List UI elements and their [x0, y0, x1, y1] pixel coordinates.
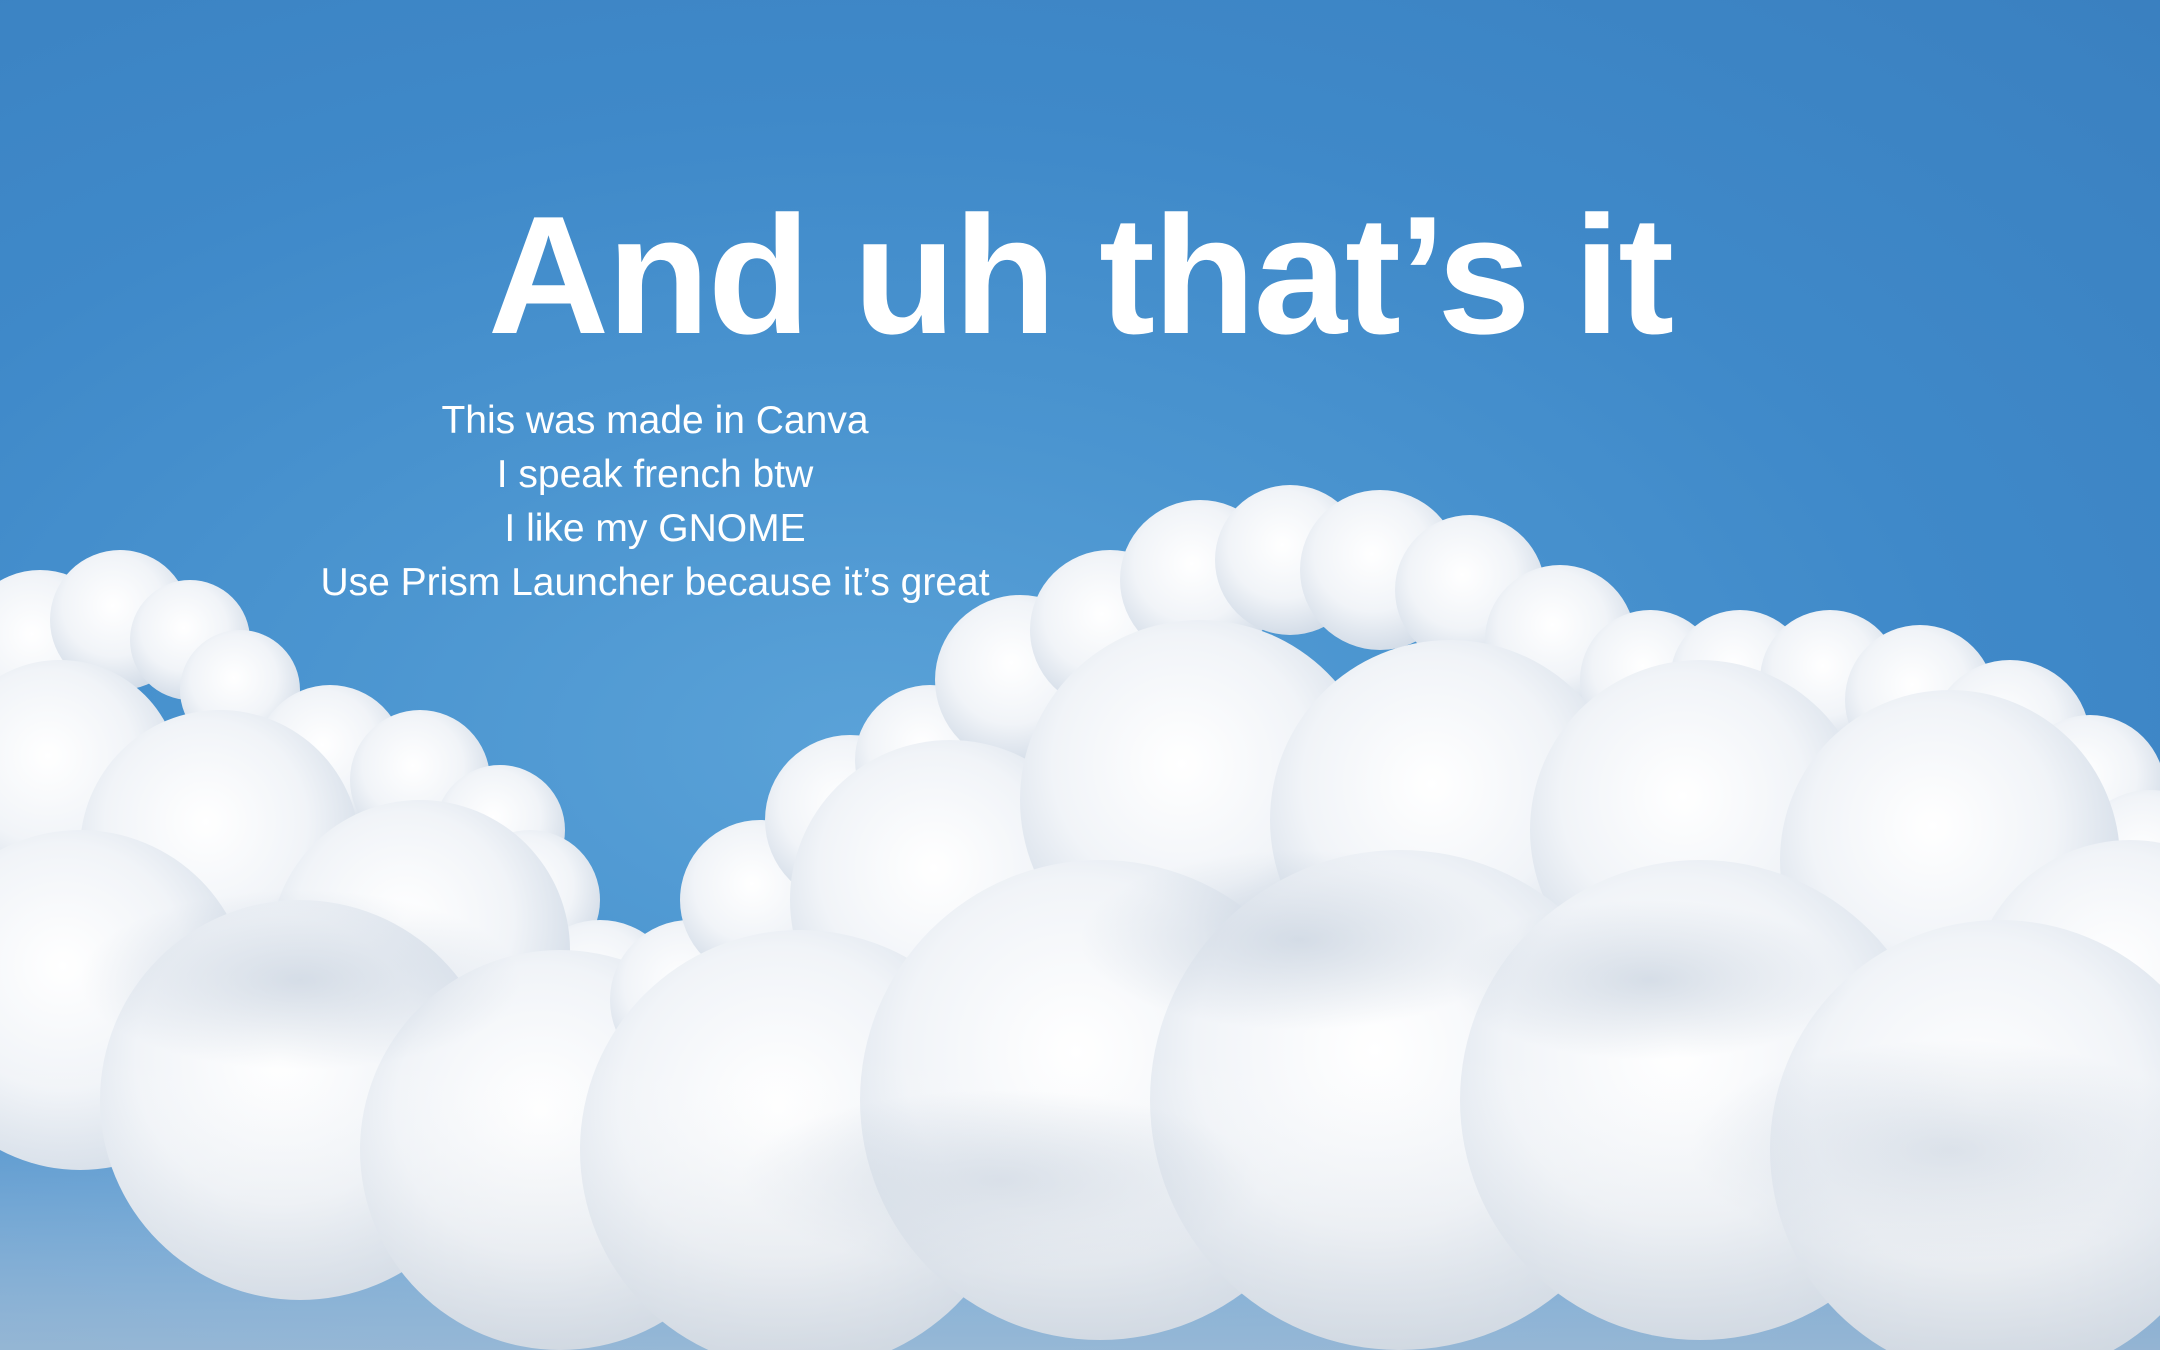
notes-list: This was made in Canva I speak french bt…: [255, 394, 1055, 610]
slide-title: And uh that’s it: [487, 181, 1674, 369]
note-line-canva: This was made in Canva: [441, 399, 869, 442]
slide-background: And uh that’s it This was made in Canva …: [0, 0, 2160, 1350]
note-line-prism-launcher: Use Prism Launcher because it’s great: [320, 561, 990, 604]
note-line-gnome: I like my GNOME: [504, 507, 806, 550]
note-line-french: I speak french btw: [496, 453, 814, 496]
